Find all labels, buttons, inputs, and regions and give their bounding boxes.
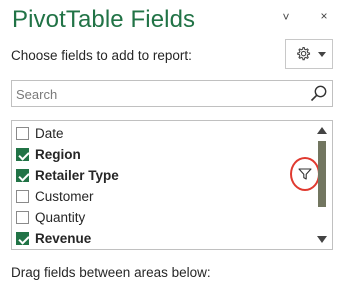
field-item-region[interactable]: Region <box>16 145 306 165</box>
field-label: Revenue <box>35 231 92 246</box>
drag-fields-label: Drag fields between areas below: <box>11 265 211 280</box>
tools-dropdown-button[interactable] <box>285 39 333 69</box>
search-icon[interactable] <box>309 84 329 104</box>
field-item-quantity[interactable]: Quantity <box>16 208 306 228</box>
field-label: Region <box>35 147 81 162</box>
chevron-down-icon <box>318 52 326 57</box>
search-input[interactable] <box>16 85 296 103</box>
field-label: Quantity <box>35 210 86 225</box>
scroll-up-arrow[interactable] <box>317 127 327 134</box>
search-box <box>11 80 333 107</box>
field-item-date[interactable]: Date <box>16 124 306 144</box>
field-list: Date Region Retailer Type Customer Quant… <box>11 120 333 250</box>
field-label: Customer <box>35 189 94 204</box>
close-button[interactable]: × <box>316 9 332 27</box>
pane-title: PivotTable Fields <box>12 6 196 33</box>
field-checkbox[interactable] <box>16 169 29 182</box>
scrollbar-thumb[interactable] <box>318 141 326 207</box>
field-checkbox[interactable] <box>16 127 29 140</box>
filter-icon[interactable] <box>298 167 312 181</box>
field-label: Retailer Type <box>35 168 119 183</box>
field-checkbox[interactable] <box>16 190 29 203</box>
field-item-revenue[interactable]: Revenue <box>16 229 306 249</box>
field-checkbox[interactable] <box>16 211 29 224</box>
gear-icon <box>297 46 311 61</box>
field-item-retailer-type[interactable]: Retailer Type <box>16 166 306 186</box>
choose-fields-label: Choose fields to add to report: <box>11 48 192 63</box>
field-label: Date <box>35 126 64 141</box>
field-item-customer[interactable]: Customer <box>16 187 306 207</box>
scroll-down-arrow[interactable] <box>317 236 327 243</box>
field-checkbox[interactable] <box>16 232 29 245</box>
task-pane-options-button[interactable]: ˅ <box>278 10 294 28</box>
field-checkbox[interactable] <box>16 148 29 161</box>
